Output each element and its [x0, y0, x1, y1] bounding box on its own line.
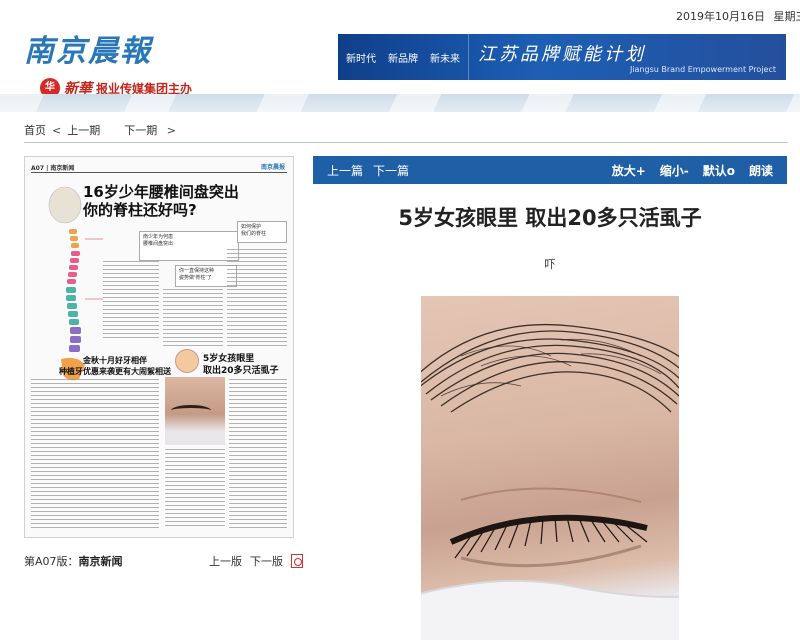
page-subhead-box: 如何保护 我们的脊柱: [237, 221, 287, 243]
page-text-column: [165, 449, 225, 529]
eye-photo-drawing: [421, 323, 679, 640]
article-eye-photo: [421, 296, 679, 640]
article-toolbar: 上一篇 下一篇 放大+ 缩小- 默认o 朗读: [313, 156, 787, 184]
site-logo[interactable]: 南京晨報: [24, 26, 152, 70]
pdf-icon[interactable]: [291, 554, 303, 568]
divider: [24, 142, 788, 143]
breadcrumb: 首页 < 上一期 下一期 >: [24, 122, 176, 138]
banner-divider: [468, 34, 469, 80]
page-header-logo: 南京晨报: [260, 164, 285, 171]
weekday-text: 星期三: [773, 10, 800, 23]
page-headline-spine: 16岁少年腰椎间盘突出 你的脊柱还好吗?: [83, 183, 239, 219]
page-header-rule: [31, 172, 287, 173]
page-subhead-box: 南少年为何患 腰椎间盘突出: [139, 231, 239, 261]
banner-title: 江苏品牌赋能计划: [478, 44, 646, 65]
banner-slogan: 新未来: [430, 54, 460, 65]
article-tools: 放大+ 缩小- 默认o 朗读: [612, 162, 773, 179]
newspaper-page-image[interactable]: A07 | 南京新闻 南京晨报 16岁少年腰椎间盘突出 你的脊柱还好吗? 南少年…: [24, 156, 294, 538]
article-nav: 上一篇 下一篇: [327, 162, 409, 179]
default-size-button[interactable]: 默认o: [703, 162, 735, 179]
tooth-icon: [175, 349, 199, 373]
next-edition-link[interactable]: 下一版: [250, 553, 283, 569]
page-headline-text: 你的脊柱还好吗?: [83, 201, 197, 219]
eye-thumbnail-image: [165, 377, 225, 445]
page-headline-text: 种植牙优惠来袭更有大闹絮相送: [59, 367, 171, 376]
read-aloud-button[interactable]: 朗读: [749, 162, 773, 179]
chevron-left-icon: <: [52, 123, 62, 137]
edition-nav: 上一版 下一版: [209, 553, 303, 569]
page-headline-text: 16岁少年腰椎间盘突出: [83, 183, 239, 201]
page-text-column: [103, 261, 159, 339]
page-text-column: [229, 379, 287, 529]
page-headline-eye[interactable]: 5岁女孩眼里 取出20多只活虱子: [203, 353, 279, 377]
page-text-column: [163, 289, 223, 347]
page-headline-dental: 金秋十月好牙相伴 种植牙优惠来袭更有大闹絮相送: [55, 355, 175, 377]
page-text-column: [31, 379, 159, 529]
banner-slogan: 新时代: [346, 54, 376, 65]
page-subhead: 南少年为何患 腰椎间盘突出: [143, 234, 174, 247]
site-header: 2019年10月16日 星期三 南京晨報 华 新華 报业传媒集团主办 新时代 新…: [0, 0, 800, 112]
banner-slogan: 新品牌: [388, 54, 418, 65]
page-headline-text: 金秋十月好牙相伴: [83, 356, 147, 365]
edition-number: 第A07版：: [24, 555, 79, 568]
article-title: 5岁女孩眼里 取出20多只活虱子: [398, 206, 702, 230]
page-text-column: [227, 249, 287, 347]
prev-edition-link[interactable]: 上一版: [209, 553, 242, 569]
chevron-right-icon: >: [163, 123, 176, 137]
prev-article-link[interactable]: 上一篇: [327, 162, 363, 179]
banner-slogans: 新时代 新品牌 新未来: [346, 50, 460, 65]
edition-label: 第A07版： 南京新闻: [24, 553, 123, 569]
banner-subtitle: Jiangsu Brand Empowerment Project: [629, 65, 776, 74]
edition-name: 南京新闻: [78, 555, 123, 568]
page-headline-text: 取出20多只活虱子: [203, 366, 279, 376]
zoom-out-button[interactable]: 缩小-: [660, 162, 689, 179]
page-header-label: A07 | 南京新闻: [31, 165, 75, 172]
article-author: 吓: [544, 258, 556, 271]
next-article-link[interactable]: 下一篇: [373, 162, 409, 179]
page-headline-text: 5岁女孩眼里: [203, 354, 255, 364]
prev-issue-link[interactable]: 上一期: [67, 122, 100, 138]
brand-banner[interactable]: 新时代 新品牌 新未来 江苏品牌赋能计划 Jiangsu Brand Empow…: [338, 34, 786, 80]
date-text: 2019年10月16日: [676, 10, 765, 23]
date-display: 2019年10月16日 星期三: [676, 8, 800, 24]
zoom-in-button[interactable]: 放大+: [612, 162, 646, 179]
header-band: [0, 94, 800, 112]
next-issue-link[interactable]: 下一期: [124, 122, 157, 138]
home-link[interactable]: 首页: [24, 122, 46, 138]
page-subhead: 如何保护 我们的脊柱: [241, 224, 267, 237]
